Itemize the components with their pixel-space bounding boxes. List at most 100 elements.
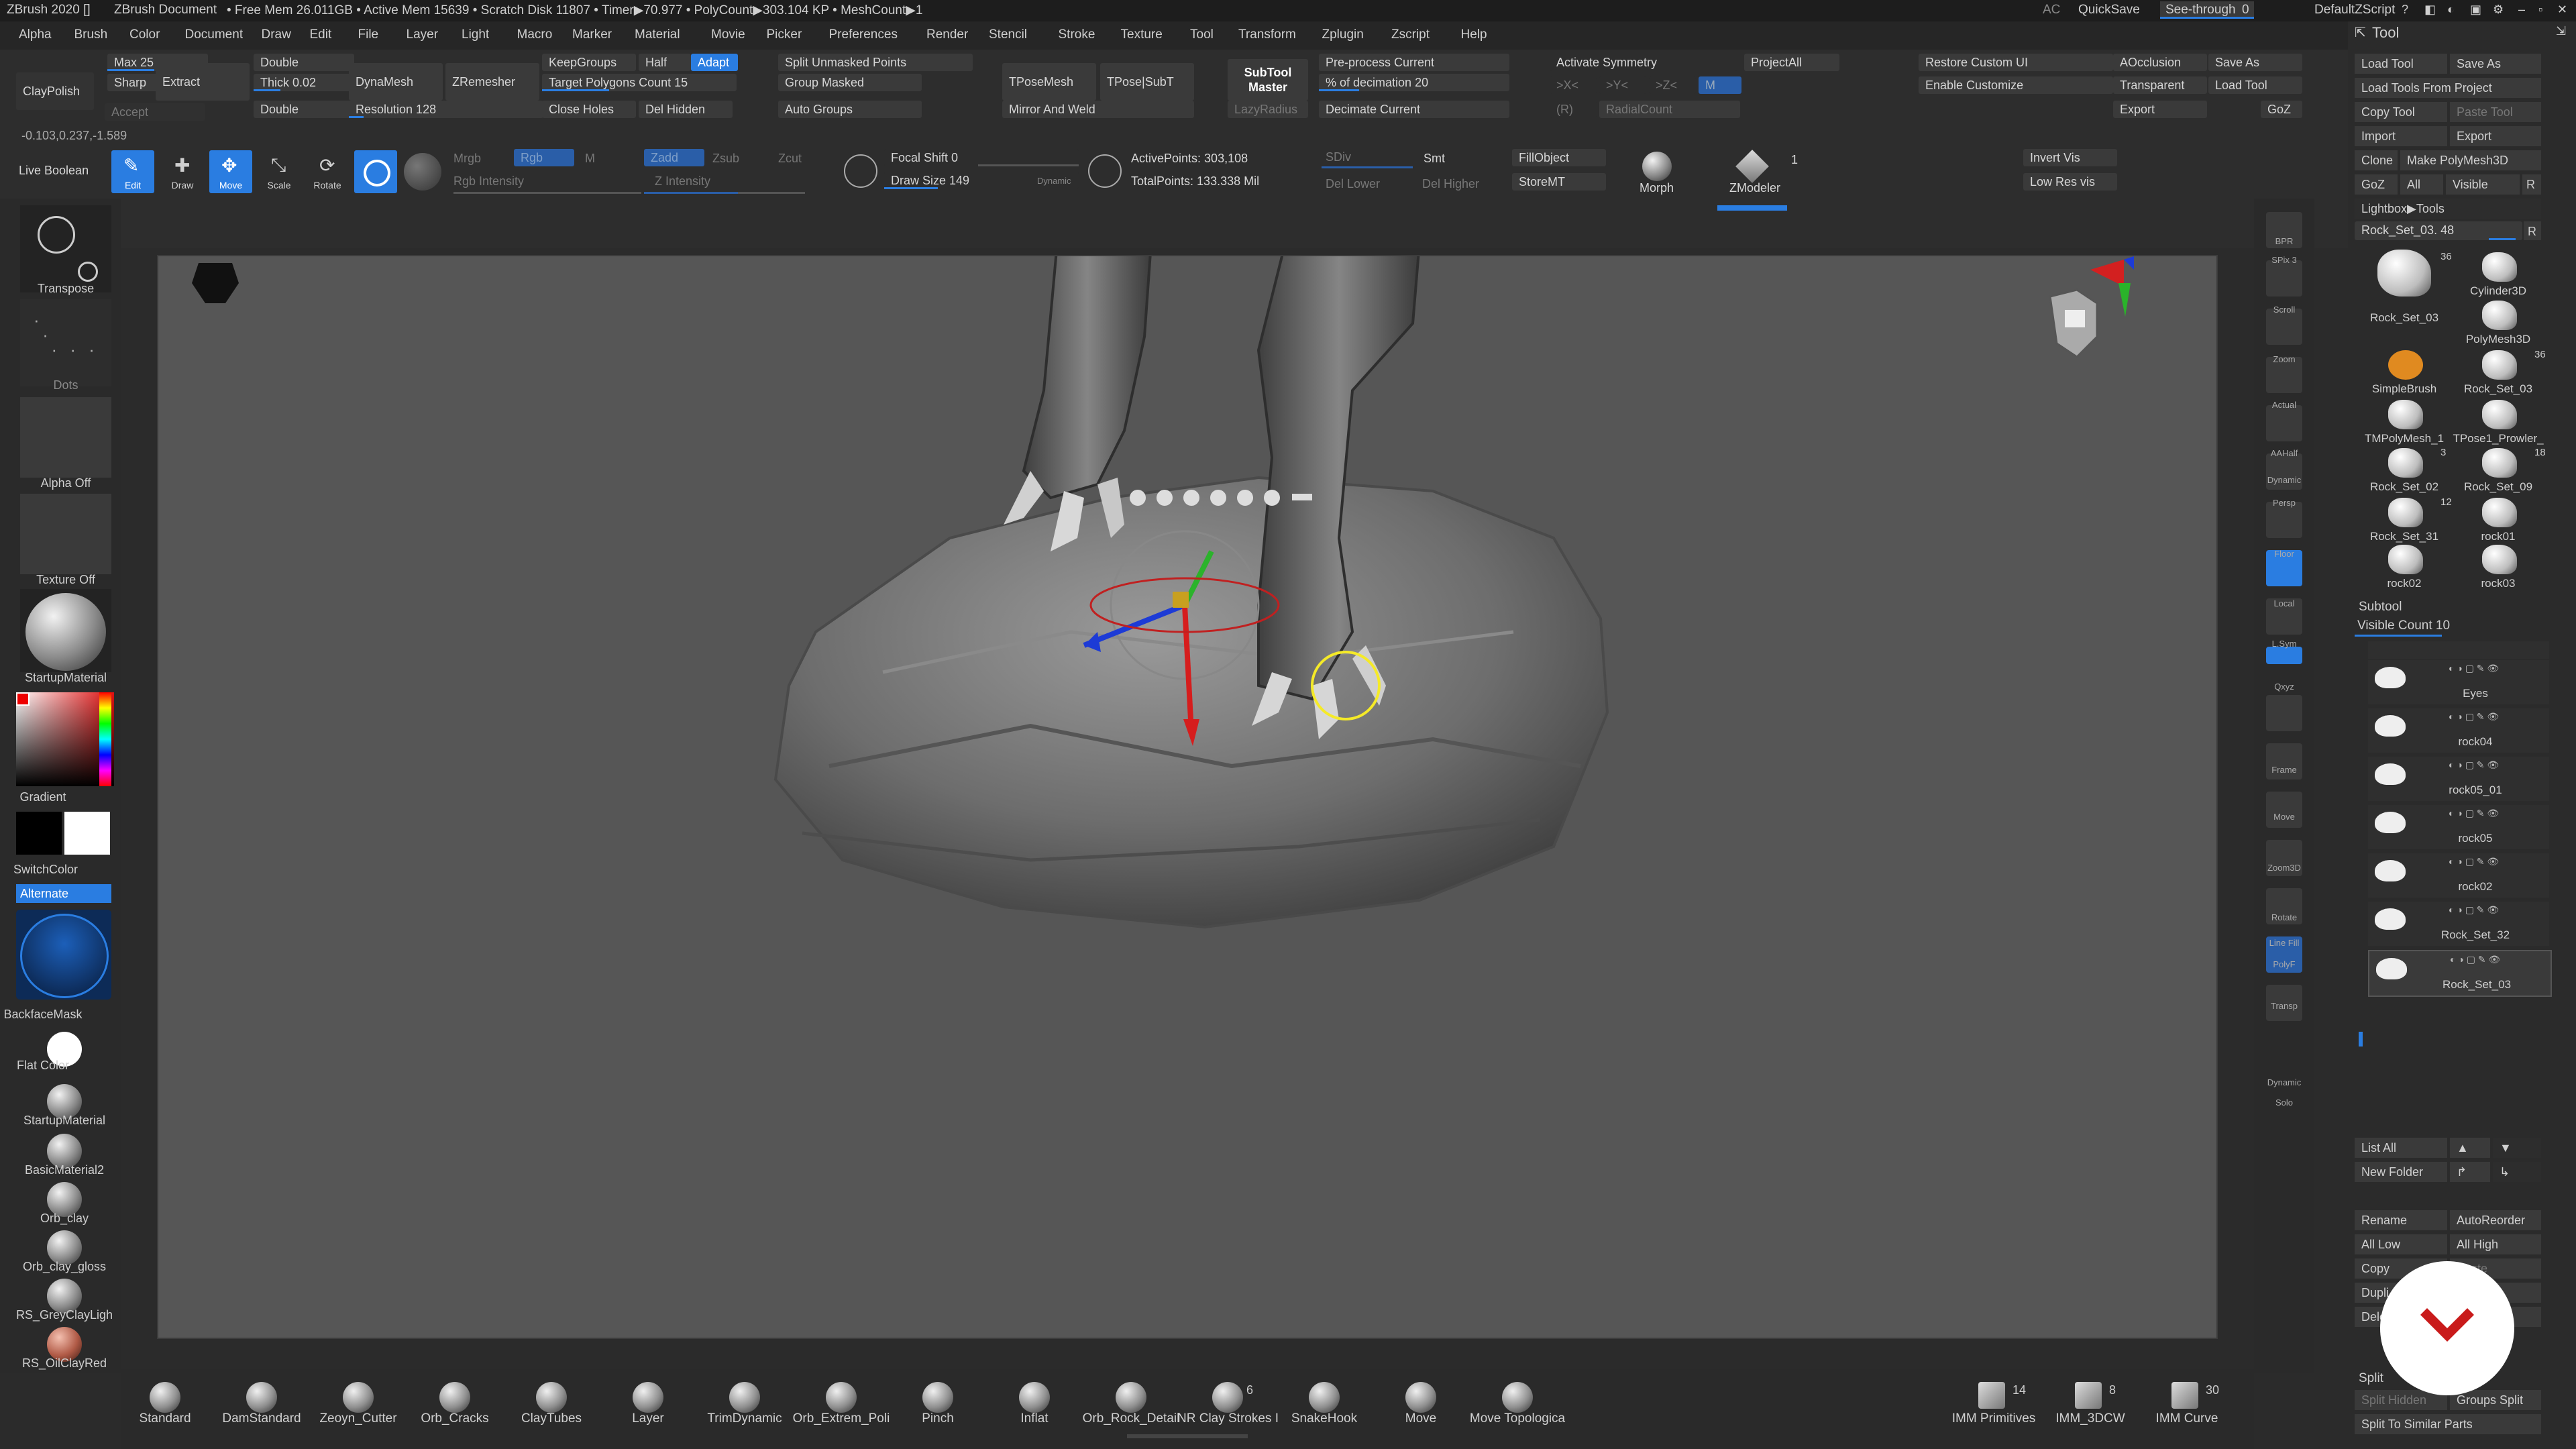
brush-icon[interactable] — [246, 1382, 277, 1413]
zremesher-button[interactable]: ZRemesher — [445, 63, 539, 101]
hue-slider[interactable] — [99, 692, 111, 786]
double-button[interactable]: Double — [254, 54, 354, 71]
brush-icon[interactable] — [2075, 1382, 2102, 1409]
sym-x-button[interactable]: >X< — [1550, 76, 1597, 94]
brush-icon[interactable] — [1405, 1382, 1436, 1413]
menu-alpha[interactable]: Alpha — [19, 28, 52, 42]
split-similar-parts-button[interactable]: Split To Similar Parts — [2355, 1414, 2541, 1434]
dots-stroke-tile[interactable]: · · · · · — [20, 299, 111, 386]
quicksave-button[interactable]: QuickSave — [2078, 3, 2140, 17]
storemt-button[interactable]: StoreMT — [1512, 173, 1606, 191]
target-polygons-slider[interactable]: Target Polygons Count 15 — [542, 74, 737, 91]
tool-save-as-button[interactable]: Save As — [2450, 54, 2541, 74]
list-all-button[interactable]: List All — [2355, 1138, 2447, 1158]
subtool-row[interactable]: ◐ ◑ ▢ ✎ 👁 rock02 — [2368, 853, 2549, 898]
menu-layer[interactable]: Layer — [407, 28, 439, 42]
paste-tool-button[interactable]: Paste Tool — [2450, 102, 2541, 122]
goz-all-button[interactable]: All — [2400, 174, 2443, 195]
brush-icon[interactable] — [150, 1382, 180, 1413]
menu-edit[interactable]: Edit — [310, 28, 332, 42]
copy-tool-button[interactable]: Copy Tool — [2355, 102, 2447, 122]
lazyradius-slider[interactable]: LazyRadius — [1228, 101, 1308, 118]
menu-document[interactable]: Document — [185, 28, 244, 42]
menu-zscript[interactable]: Zscript — [1391, 28, 1430, 42]
subtool-row-icons[interactable]: ◐ ◑ ▢ ✎ 👁 — [2449, 711, 2499, 722]
gizmo-button[interactable] — [354, 150, 397, 193]
group-masked-button[interactable]: Group Masked — [778, 74, 922, 91]
brush-icon[interactable] — [1116, 1382, 1146, 1413]
subtool-master-button[interactable]: SubTool Master — [1228, 59, 1308, 101]
mrgb-button[interactable]: Mrgb — [453, 152, 481, 166]
brush-icon[interactable] — [633, 1382, 663, 1413]
brush-icon[interactable] — [729, 1382, 760, 1413]
subtool-row-partial[interactable] — [2368, 641, 2549, 659]
secondary-color-swatch[interactable] — [16, 812, 62, 855]
tposemesh-button[interactable]: TPoseMesh — [1002, 63, 1096, 101]
help-icon[interactable]: ? — [2402, 3, 2408, 17]
menu-light[interactable]: Light — [462, 28, 489, 42]
sym-m-button[interactable]: M — [1699, 76, 1741, 94]
subtool-row[interactable]: ◐ ◑ ▢ ✎ 👁 Rock_Set_03 — [2368, 950, 2552, 997]
current-tool-r-button[interactable]: R — [2524, 221, 2541, 240]
z-intensity-slider[interactable]: Z Intensity — [655, 174, 710, 189]
brush-icon[interactable] — [2171, 1382, 2198, 1409]
subtool-row[interactable]: ◐ ◑ ▢ ✎ 👁 rock04 — [2368, 708, 2549, 753]
right-shelf-button-4[interactable] — [2266, 405, 2302, 441]
goz-r-button[interactable]: R — [2522, 174, 2541, 195]
all-high-button[interactable]: All High — [2450, 1234, 2541, 1254]
load-tools-from-project-button[interactable]: Load Tools From Project — [2355, 78, 2541, 98]
sdiv-slider[interactable]: SDiv — [1326, 150, 1351, 164]
claypolish-button[interactable]: ClayPolish — [16, 72, 94, 110]
subtool-row[interactable]: ◐ ◑ ▢ ✎ 👁 Eyes — [2368, 660, 2549, 704]
del-hidden-button[interactable]: Del Hidden — [639, 101, 733, 118]
visible-count-slider[interactable]: Visible Count 10 — [2357, 619, 2450, 633]
double-button-2[interactable]: Double — [254, 101, 354, 118]
split-unmasked-button[interactable]: Split Unmasked Points — [778, 54, 973, 71]
subtool-row-icons[interactable]: ◐ ◑ ▢ ✎ 👁 — [2449, 663, 2499, 674]
move-down-icon[interactable]: ▼ — [2493, 1138, 2541, 1158]
brush-icon[interactable] — [439, 1382, 470, 1413]
decimation-slider[interactable]: % of decimation 20 — [1319, 74, 1509, 91]
close-icon[interactable]: ✕ — [2557, 3, 2567, 17]
keepgroups-button[interactable]: KeepGroups — [542, 54, 636, 71]
dynamesh-button[interactable]: DynaMesh — [349, 63, 443, 101]
menu-picker[interactable]: Picker — [767, 28, 802, 42]
adapt-button[interactable]: Adapt — [691, 54, 738, 71]
backfacemask-tile[interactable] — [16, 910, 111, 1000]
accept-button[interactable]: Accept — [105, 103, 205, 121]
decimate-current-button[interactable]: Decimate Current — [1319, 101, 1509, 118]
sym-y-button[interactable]: >Y< — [1599, 76, 1646, 94]
sym-z-button[interactable]: >Z< — [1649, 76, 1696, 94]
enable-customize-button[interactable]: Enable Customize — [1919, 76, 2113, 94]
menu-brush[interactable]: Brush — [74, 28, 108, 42]
menu-file[interactable]: File — [358, 28, 379, 42]
layout-icon[interactable]: ◧ — [2424, 3, 2436, 17]
brush-icon[interactable] — [1978, 1382, 2005, 1409]
brush-icon[interactable] — [1502, 1382, 1533, 1413]
rotate-mode-button[interactable]: ⟳ Rotate — [306, 150, 349, 193]
menu-transform[interactable]: Transform — [1238, 28, 1296, 42]
shelf-scroll-handle[interactable] — [1127, 1434, 1248, 1438]
see-through-slider[interactable]: See-through 0 — [2160, 1, 2254, 19]
edit-mode-button[interactable]: ✎ Edit — [111, 150, 154, 193]
transparent-button[interactable]: Transparent — [2113, 76, 2207, 94]
menu-zplugin[interactable]: Zplugin — [1322, 28, 1364, 42]
mirror-weld-button[interactable]: Mirror And Weld — [1002, 101, 1194, 118]
tool-export-button[interactable]: Export — [2450, 126, 2541, 146]
live-boolean-toggle[interactable]: Live Boolean — [19, 164, 89, 178]
aocclusion-button[interactable]: AOcclusion — [2113, 54, 2207, 71]
menu-movie[interactable]: Movie — [711, 28, 745, 42]
load-tool-button[interactable]: Load Tool — [2208, 76, 2302, 94]
tool-panel-close-icon[interactable]: ⇲ — [2556, 24, 2566, 38]
extract-button[interactable]: Extract — [156, 63, 250, 101]
zadd-button[interactable]: Zadd — [644, 149, 704, 166]
menu-render[interactable]: Render — [926, 28, 968, 42]
alternate-button[interactable]: Alternate — [16, 884, 111, 903]
save-as-button[interactable]: Save As — [2208, 54, 2302, 71]
menu-material[interactable]: Material — [635, 28, 680, 42]
resolution-slider[interactable]: Resolution 128 — [349, 101, 543, 118]
morph-icon[interactable] — [1642, 152, 1672, 181]
rgb-button[interactable]: Rgb — [514, 149, 574, 166]
tool-goz-button[interactable]: GoZ — [2355, 174, 2398, 195]
radialcount-slider[interactable]: RadialCount — [1599, 101, 1740, 118]
